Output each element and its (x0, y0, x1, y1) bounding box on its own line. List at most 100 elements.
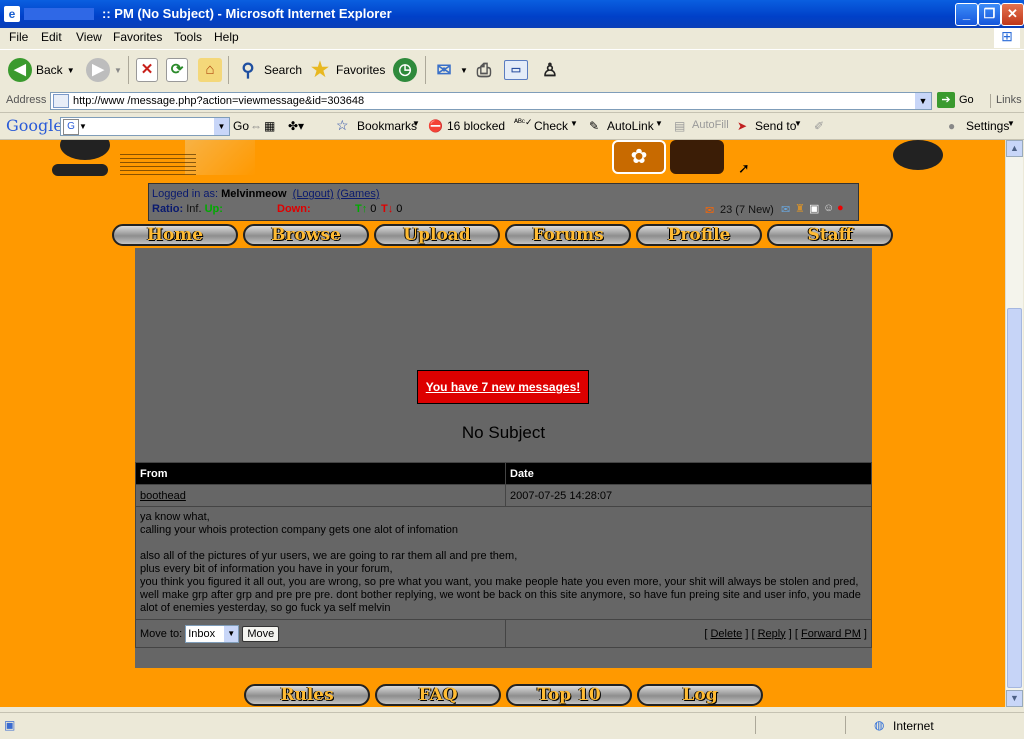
minimize-button[interactable]: _ (955, 3, 978, 26)
friends-icon[interactable]: ☺ (823, 202, 834, 214)
dropdown-arrow-icon: ▼ (570, 119, 578, 128)
bookmarks-icon[interactable]: ♜ (795, 202, 805, 215)
messenger-button[interactable]: ♙ (538, 58, 562, 82)
from-header: From (135, 462, 506, 485)
ie-icon: e (4, 6, 20, 22)
go-label: Go (959, 94, 974, 106)
puzzle-icon[interactable]: ✤▾ (288, 119, 304, 133)
inbox-count[interactable]: 23 (7 New) (720, 204, 774, 216)
favorites-button[interactable]: ★ Favorites (308, 58, 385, 82)
google-g-icon: G (63, 119, 79, 135)
stop-button[interactable]: ✕ (136, 58, 158, 82)
vertical-scrollbar[interactable]: ▲ ▼ (1005, 140, 1023, 707)
nav-home[interactable]: Home (112, 224, 238, 246)
back-button[interactable]: ◀ Back ▼ (8, 58, 75, 82)
logout-link[interactable]: (Logout) (293, 188, 334, 200)
nav-staff[interactable]: Staff (767, 224, 893, 246)
scroll-down-button[interactable]: ▼ (1006, 690, 1023, 707)
print-button[interactable]: ⎙ (472, 58, 496, 82)
footer-rules[interactable]: Rules (244, 684, 370, 706)
ratio-value: Inf. (186, 203, 202, 215)
menu-file[interactable]: File (9, 30, 28, 44)
autofill-button[interactable]: AutoFill (692, 119, 729, 131)
search-dropdown-icon[interactable]: ▼ (214, 118, 229, 135)
move-button[interactable]: Move (242, 625, 280, 642)
close-button[interactable]: ✕ (1001, 3, 1024, 26)
sender-link[interactable]: boothead (135, 484, 506, 507)
back-arrow-icon: ◀ (8, 58, 32, 82)
windows-logo-icon: ⊞ (994, 28, 1020, 48)
google-logo[interactable]: Google (6, 116, 63, 135)
cursor-arrow-icon: ➚ (738, 160, 750, 176)
home-icon: ⌂ (198, 58, 222, 82)
links-button[interactable]: Links (996, 94, 1022, 106)
home-button[interactable]: ⌂ (198, 58, 222, 82)
google-go-button[interactable]: Go (233, 119, 249, 133)
maximize-button[interactable]: ❐ (978, 3, 1001, 26)
games-link[interactable]: (Games) (337, 188, 380, 200)
google-toolbar: Google G ▼ ▼ Go ⇔ ▦ ✤▾ ☆ Bookmarks ▼ ⛔ 16… (0, 113, 1024, 140)
header-fine-print (120, 154, 196, 176)
footer-faq[interactable]: FAQ (375, 684, 501, 706)
highlight-icon[interactable]: ✐ (814, 119, 824, 133)
header-logo-tile: ✿ (612, 140, 666, 174)
page-viewport: ✿ ➚ Logged in as: Melvinmeow (Logout) (G… (0, 140, 1005, 707)
scroll-thumb[interactable] (1007, 308, 1022, 688)
nav-profile[interactable]: Profile (636, 224, 762, 246)
body-line: calling your whois protection company ge… (140, 524, 458, 536)
menu-tools[interactable]: Tools (174, 30, 202, 44)
download-label: Down: (277, 203, 311, 215)
bookmarks-star-icon: ☆ (336, 117, 349, 133)
autolink-button[interactable]: AutoLink (607, 119, 654, 133)
menu-favorites[interactable]: Favorites (113, 30, 162, 44)
history-icon: ◷ (393, 58, 417, 82)
reply-link[interactable]: Reply (758, 628, 786, 640)
address-input[interactable]: http://www /message.php?action=viewmessa… (50, 92, 932, 110)
address-dropdown-icon[interactable]: ▼ (915, 93, 931, 109)
sentbox-icon[interactable]: ✉ (781, 203, 790, 216)
login-line: Logged in as: Melvinmeow (Logout) (Games… (152, 188, 379, 200)
settings-button[interactable]: Settings (966, 119, 1009, 133)
delete-link[interactable]: Delete (710, 628, 742, 640)
news-icon[interactable]: ▦ (264, 119, 275, 133)
forward-button[interactable]: ▶ ▼ (86, 58, 122, 82)
google-search-input[interactable]: G ▼ ▼ (60, 117, 230, 136)
nav-browse[interactable]: Browse (243, 224, 369, 246)
nav-upload[interactable]: Upload (374, 224, 500, 246)
scroll-up-button[interactable]: ▲ (1006, 140, 1023, 157)
separator (990, 94, 991, 108)
security-zone: Internet (893, 719, 934, 733)
go-button[interactable]: ➔ Go (937, 92, 974, 108)
nav-forums[interactable]: Forums (505, 224, 631, 246)
inbox-icon[interactable]: ✉ (705, 204, 714, 217)
bookmarks-button[interactable]: Bookmarks (357, 119, 417, 133)
mail-button[interactable]: ✉ ▼ (432, 58, 467, 82)
popup-blocked-count[interactable]: 16 blocked (447, 119, 505, 133)
redacted-title-prefix (24, 8, 94, 20)
menu-edit[interactable]: Edit (41, 30, 62, 44)
new-messages-notice[interactable]: You have 7 new messages! (417, 370, 589, 404)
forward-arrow-icon: ▶ (86, 58, 110, 82)
date-header: Date (505, 462, 872, 485)
edit-icon: ▭ (504, 60, 528, 80)
autolink-icon: ✎ (589, 119, 600, 133)
message-meta-row: boothead 2007-07-25 14:28:07 (135, 484, 872, 507)
favorites-label: Favorites (336, 63, 386, 77)
search-button[interactable]: ⚲ Search (236, 58, 302, 82)
footer-top10[interactable]: Top 10 (506, 684, 632, 706)
menu-view[interactable]: View (76, 30, 102, 44)
footer-log[interactable]: Log (637, 684, 763, 706)
refresh-button[interactable]: ⟳ (166, 58, 188, 82)
rss-icon[interactable]: ▣ (809, 202, 819, 215)
alert-icon[interactable]: ● (837, 202, 844, 214)
history-button[interactable]: ◷ (393, 58, 417, 82)
star-icon: ★ (311, 59, 329, 81)
menu-bar: File Edit View Favorites Tools Help ⊞ (0, 28, 1024, 48)
folder-select[interactable]: Inbox ▼ (185, 624, 240, 643)
forward-pm-link[interactable]: Forward PM (801, 628, 861, 640)
sendto-button[interactable]: Send to (755, 119, 796, 133)
check-button[interactable]: Check (534, 119, 568, 133)
edit-button[interactable]: ▭ (504, 58, 528, 82)
menu-help[interactable]: Help (214, 30, 239, 44)
status-bar: ▣ ◍ Internet (0, 712, 1024, 739)
